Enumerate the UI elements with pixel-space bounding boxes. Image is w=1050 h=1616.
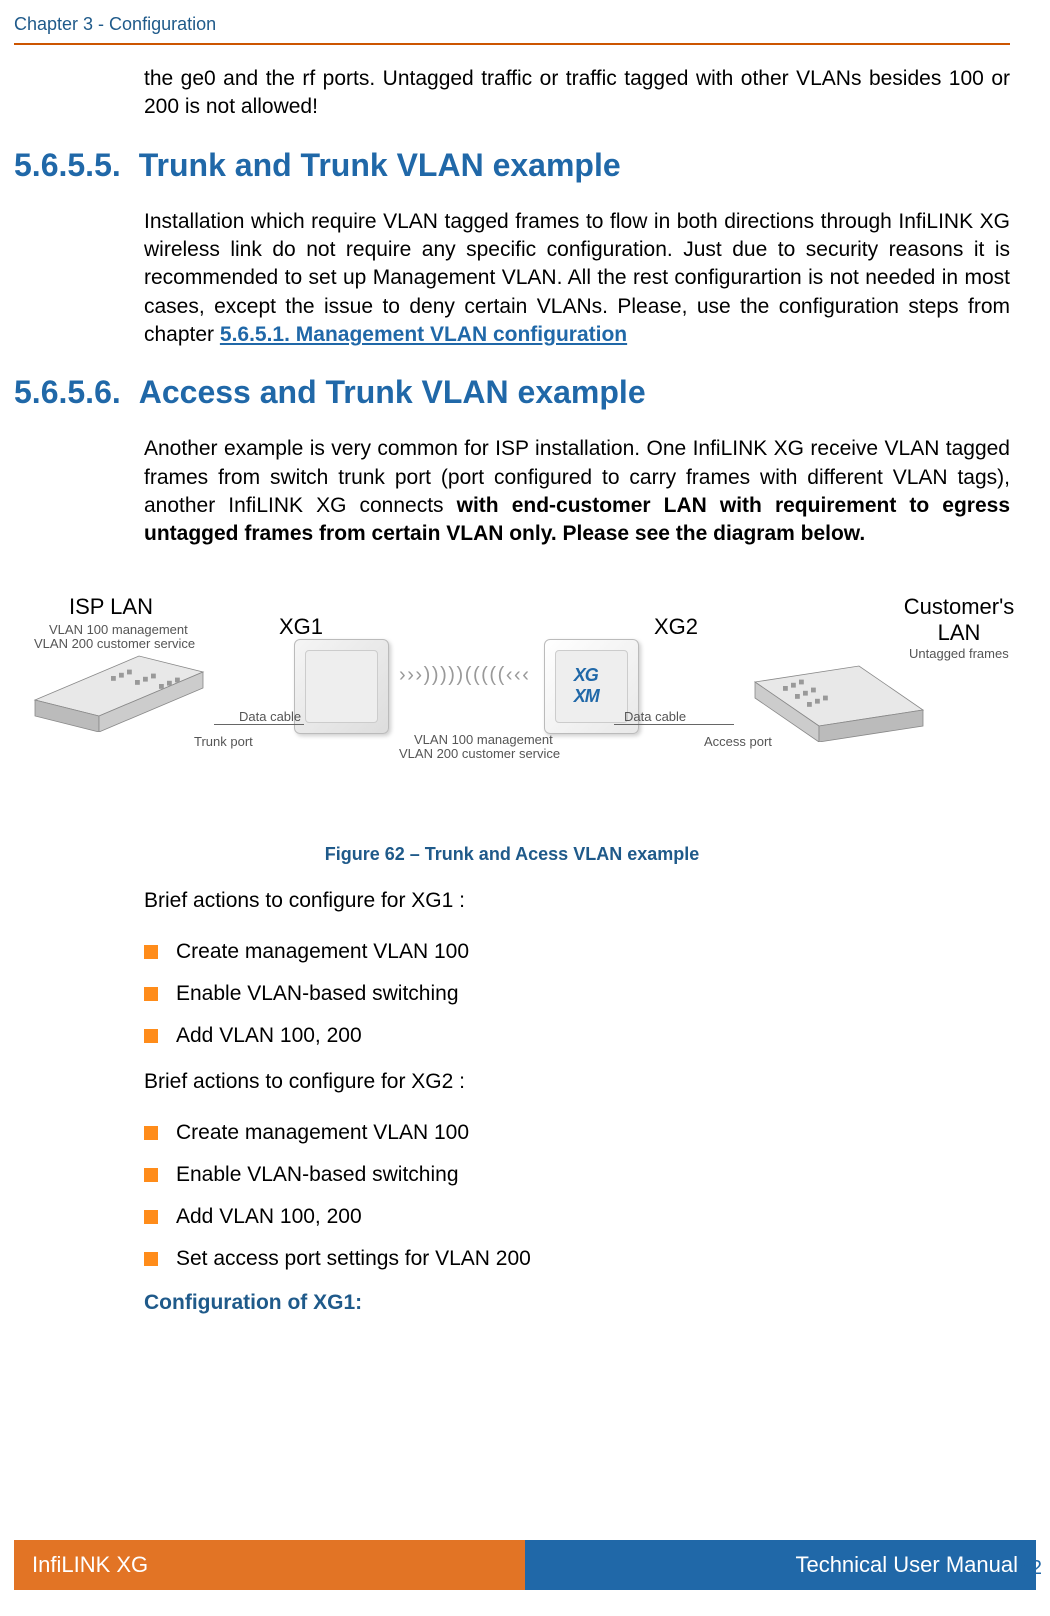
data-cable-left: Data cable [239, 709, 301, 724]
list-text: Enable VLAN-based switching [176, 982, 459, 1006]
header-rule [14, 43, 1010, 45]
xg2-intro: Brief actions to configure for XG2 : [144, 1068, 1010, 1096]
xgxm-label: XG XM [574, 665, 610, 707]
section-5656-num: 5.6.5.6. [14, 374, 121, 410]
config-xg1-heading: Configuration of XG1: [144, 1291, 1010, 1315]
list-item: Add VLAN 100, 200 [144, 1024, 1010, 1048]
isp-sub2: VLAN 200 customer service [34, 636, 195, 651]
list-text: Enable VLAN-based switching [176, 1163, 459, 1187]
page-number: 82 [1020, 1557, 1042, 1580]
middle-sub1: VLAN 100 management [414, 732, 553, 747]
middle-sub2: VLAN 200 customer service [399, 746, 560, 761]
xg1-label: XG1 [279, 614, 323, 640]
intro-paragraph: the ge0 and the rf ports. Untagged traff… [144, 65, 1010, 122]
customer-switch [734, 662, 944, 742]
list-text: Add VLAN 100, 200 [176, 1205, 362, 1229]
connector-left [214, 724, 304, 725]
list-item: Create management VLAN 100 [144, 940, 1010, 964]
bullet-icon [144, 1168, 158, 1182]
section-5655-title: Trunk and Trunk VLAN example [139, 147, 621, 183]
list-item: Enable VLAN-based switching [144, 982, 1010, 1006]
chapter-header: Chapter 3 - Configuration [14, 14, 1010, 35]
xg1-device [294, 639, 389, 734]
footer-right: Technical User Manual [525, 1540, 1036, 1590]
bullet-icon [144, 1029, 158, 1043]
bullet-icon [144, 945, 158, 959]
xg1-intro: Brief actions to configure for XG1 : [144, 887, 1010, 915]
link-mgmt-vlan-config[interactable]: 5.6.5.1. Management VLAN configuration [220, 323, 627, 346]
xg2-list: Create management VLAN 100 Enable VLAN-b… [144, 1121, 1010, 1271]
switch-icon [734, 662, 944, 742]
bullet-icon [144, 1210, 158, 1224]
bullet-icon [144, 1252, 158, 1266]
isp-switch [14, 652, 224, 732]
cust-sub: Untagged frames [909, 646, 1009, 661]
xg2-label: XG2 [654, 614, 698, 640]
page-footer: InfiLINK XG Technical User Manual [14, 1540, 1036, 1590]
data-cable-right: Data cable [624, 709, 686, 724]
trunk-port-label: Trunk port [194, 734, 253, 749]
bullet-icon [144, 987, 158, 1001]
isp-lan-label: ISP LAN [69, 594, 153, 620]
wireless-waves-icon: › › › ) ) ) ) ) ( ( ( ( ( ‹ ‹ ‹ [399, 664, 527, 687]
section-5655-num: 5.6.5.5. [14, 147, 121, 183]
list-item: Set access port settings for VLAN 200 [144, 1247, 1010, 1271]
switch-icon [14, 652, 224, 732]
footer-left: InfiLINK XG [14, 1540, 525, 1590]
access-port-label: Access port [704, 734, 772, 749]
isp-sub1: VLAN 100 management [49, 622, 188, 637]
figure-caption: Figure 62 – Trunk and Acess VLAN example [14, 844, 1010, 865]
list-item: Create management VLAN 100 [144, 1121, 1010, 1145]
section-5656-title: Access and Trunk VLAN example [139, 374, 646, 410]
list-text: Create management VLAN 100 [176, 1121, 469, 1145]
list-item: Enable VLAN-based switching [144, 1163, 1010, 1187]
list-text: Add VLAN 100, 200 [176, 1024, 362, 1048]
list-text: Set access port settings for VLAN 200 [176, 1247, 531, 1271]
connector-right [614, 724, 734, 725]
bullet-icon [144, 1126, 158, 1140]
section-5656-heading: 5.6.5.6. Access and Trunk VLAN example [14, 374, 1010, 411]
section-5655-heading: 5.6.5.5. Trunk and Trunk VLAN example [14, 147, 1010, 184]
xg1-list: Create management VLAN 100 Enable VLAN-b… [144, 940, 1010, 1048]
section-5656-para: Another example is very common for ISP i… [144, 435, 1010, 548]
figure-62-diagram: ISP LAN VLAN 100 management VLAN 200 cus… [14, 574, 1010, 824]
list-text: Create management VLAN 100 [176, 940, 469, 964]
cust-lan-label: Customer's LAN [894, 594, 1024, 646]
section-5655-para: Installation which require VLAN tagged f… [144, 208, 1010, 350]
list-item: Add VLAN 100, 200 [144, 1205, 1010, 1229]
